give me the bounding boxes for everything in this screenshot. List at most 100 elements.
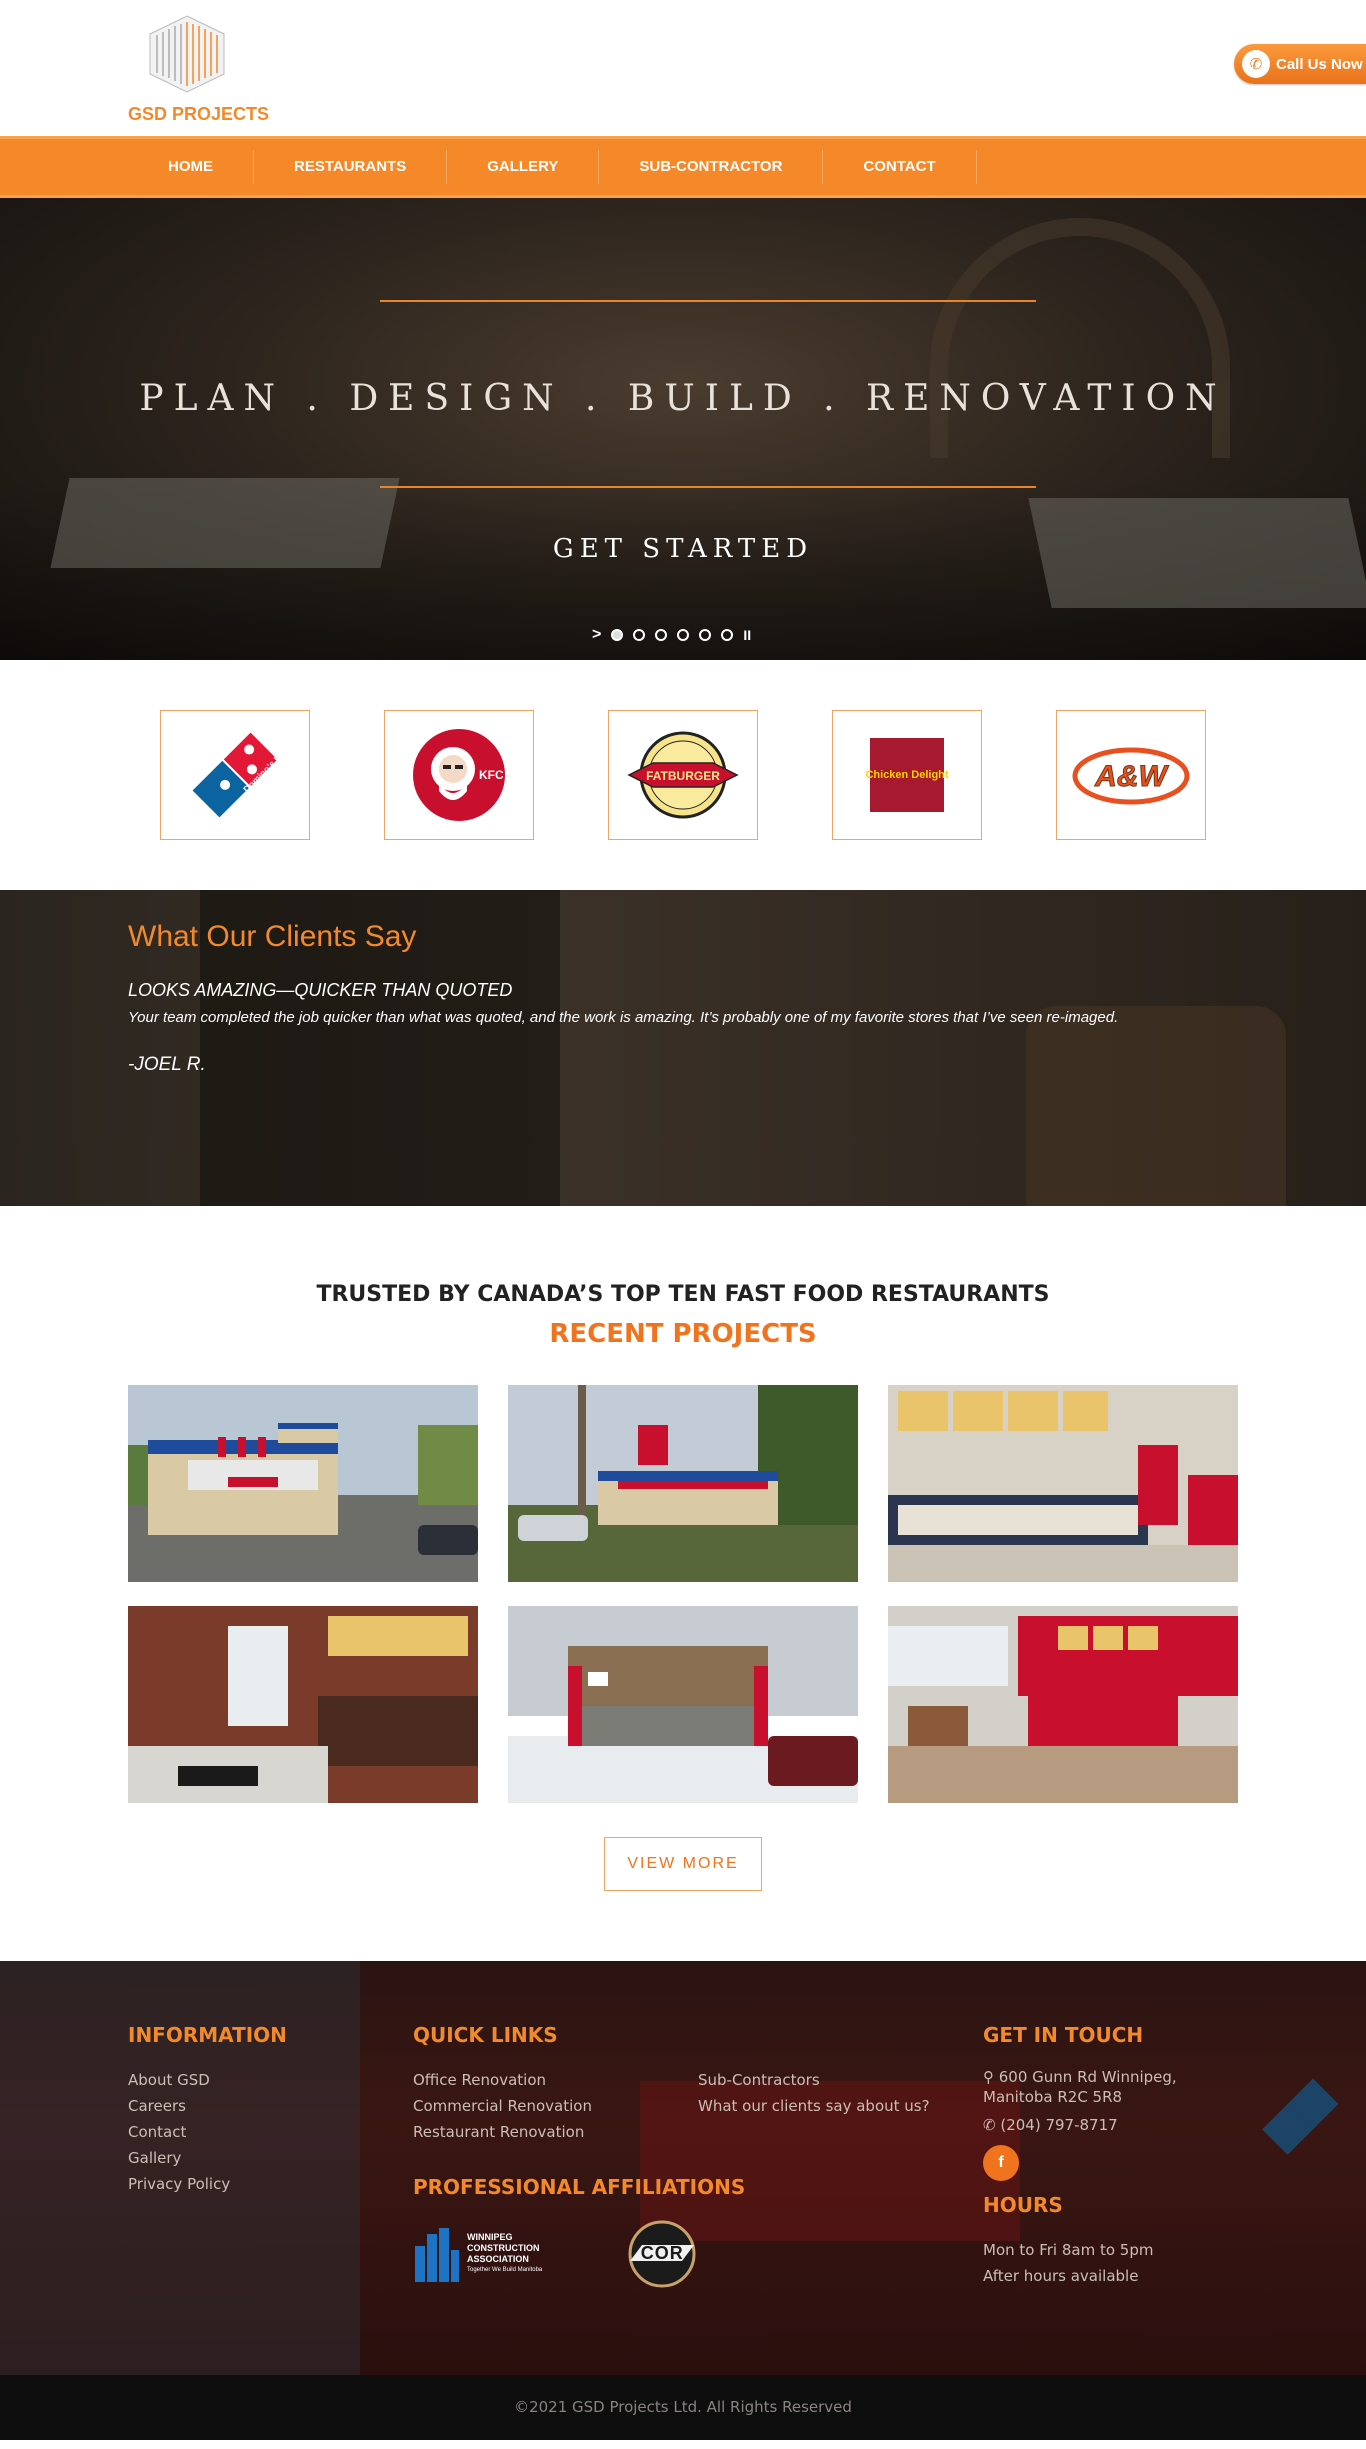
phone-icon: ✆ bbox=[1242, 50, 1270, 78]
footer-hours-line-2: After hours available bbox=[983, 2267, 1139, 2285]
client-logo-kfc[interactable]: KFC bbox=[384, 710, 534, 840]
footer-hours-heading: HOURS bbox=[983, 2193, 1063, 2217]
fatburger-logo-icon: FATBURGER bbox=[627, 731, 739, 819]
footer-link-restaurant-renovation[interactable]: Restaurant Renovation bbox=[413, 2119, 698, 2145]
testimonial-author: -JOEL R. bbox=[128, 1054, 206, 1075]
main-navigation: HOME RESTAURANTS GALLERY SUB-CONTRACTOR … bbox=[0, 136, 1366, 198]
footer-link-contact[interactable]: Contact bbox=[128, 2119, 287, 2145]
projects-title: RECENT PROJECTS bbox=[549, 1319, 817, 1349]
footer-hours-line-1: Mon to Fri 8am to 5pm bbox=[983, 2241, 1154, 2259]
projects-tagline: TRUSTED BY CANADA’S TOP TEN FAST FOOD RE… bbox=[316, 1282, 1050, 1307]
project-photo-interior-drive-thru[interactable] bbox=[128, 1606, 478, 1803]
dominos-watermark-icon bbox=[1262, 2078, 1339, 2155]
cor-logo[interactable]: COR bbox=[612, 2219, 712, 2289]
hero-background-arch bbox=[930, 218, 1230, 458]
project-image bbox=[128, 1606, 478, 1803]
project-image bbox=[128, 1385, 478, 1582]
wca-tagline: Together We Build Manitoba bbox=[467, 2267, 543, 2273]
project-image bbox=[508, 1385, 858, 1582]
nav-item-sub-contractor[interactable]: SUB-CONTRACTOR bbox=[599, 150, 824, 184]
footer-link-gallery[interactable]: Gallery bbox=[128, 2145, 287, 2171]
footer-phone[interactable]: ✆ (204) 797-8717 bbox=[983, 2115, 1243, 2135]
hero-divider-bottom bbox=[380, 486, 1036, 488]
chicken-delight-logo-icon: Chicken Delight bbox=[865, 738, 949, 812]
footer-link-client-reviews[interactable]: What our clients say about us? bbox=[698, 2093, 930, 2119]
wca-line-2: CONSTRUCTION bbox=[467, 2243, 540, 2253]
slider-dot[interactable] bbox=[611, 629, 624, 641]
project-photo-kfc-counter[interactable] bbox=[888, 1385, 1238, 1582]
view-more-button[interactable]: VIEW MORE bbox=[604, 1837, 762, 1891]
kfc-logo-icon: KFC bbox=[413, 729, 505, 821]
facebook-icon[interactable]: f bbox=[983, 2145, 1019, 2181]
project-image bbox=[888, 1385, 1238, 1582]
footer-contact-heading: GET IN TOUCH bbox=[983, 2023, 1144, 2047]
site-footer: INFORMATION About GSD Careers Contact Ga… bbox=[0, 1961, 1366, 2375]
call-us-now-label: Call Us Now bbox=[1276, 55, 1363, 73]
nav-item-home[interactable]: HOME bbox=[128, 150, 254, 184]
footer-quick-links: QUICK LINKS Office Renovation Commercial… bbox=[413, 2023, 973, 2289]
footer-get-in-touch: GET IN TOUCH ⚲ 600 Gunn Rd Winnipeg, Man… bbox=[983, 2023, 1243, 2289]
wca-line-3: ASSOCIATION bbox=[467, 2254, 529, 2264]
footer-information-heading: INFORMATION bbox=[128, 2023, 287, 2047]
slider-next-icon[interactable]: > bbox=[592, 626, 601, 644]
client-logo-fatburger[interactable]: FATBURGER bbox=[608, 710, 758, 840]
get-started-button[interactable]: GET STARTED bbox=[0, 534, 1366, 564]
footer-quick-links-heading: QUICK LINKS bbox=[413, 2023, 558, 2047]
footer-affiliations-heading: PROFESSIONAL AFFILIATIONS bbox=[413, 2175, 746, 2199]
footer-link-commercial-renovation[interactable]: Commercial Renovation bbox=[413, 2093, 698, 2119]
footer-link-office-renovation[interactable]: Office Renovation bbox=[413, 2067, 698, 2093]
svg-text:KFC: KFC bbox=[479, 768, 504, 782]
svg-text:A&W: A&W bbox=[1094, 760, 1169, 793]
testimonial-title: LOOKS AMAZING—QUICKER THAN QUOTED bbox=[128, 980, 513, 1000]
slider-pagination: > II bbox=[592, 626, 751, 644]
winnipeg-construction-association-logo[interactable]: WINNIPEG CONSTRUCTION ASSOCIATION Togeth… bbox=[413, 2226, 542, 2282]
slider-dot[interactable] bbox=[655, 629, 668, 641]
cube-logo-icon bbox=[149, 15, 225, 93]
slider-dot[interactable] bbox=[721, 629, 734, 641]
footer-link-sub-contractors[interactable]: Sub-Contractors bbox=[698, 2067, 930, 2093]
footer-address: ⚲ 600 Gunn Rd Winnipeg, Manitoba R2C 5R8 bbox=[983, 2068, 1177, 2106]
project-photo-kfc-winter[interactable] bbox=[508, 1606, 858, 1803]
footer-information: INFORMATION About GSD Careers Contact Ga… bbox=[128, 2023, 287, 2197]
testimonial-section: What Our Clients Say LOOKS AMAZING—QUICK… bbox=[0, 890, 1366, 1206]
client-logo-aw[interactable]: A&W bbox=[1056, 710, 1206, 840]
slider-pause-icon[interactable]: II bbox=[743, 627, 751, 643]
client-logo-chicken-delight[interactable]: Chicken Delight bbox=[832, 710, 982, 840]
wca-building-icon bbox=[415, 2228, 459, 2282]
project-image bbox=[508, 1606, 858, 1803]
dominos-logo-icon: Domino's Pizza bbox=[189, 729, 285, 821]
aw-logo-icon: A&W bbox=[1072, 747, 1190, 805]
slider-dot[interactable] bbox=[699, 629, 712, 641]
nav-item-gallery[interactable]: GALLERY bbox=[447, 150, 600, 184]
project-photo-kfc-exterior-2[interactable] bbox=[508, 1385, 858, 1582]
hero-slider: PLAN . DESIGN . BUILD . RENOVATION GET S… bbox=[0, 198, 1366, 660]
phone-icon: ✆ bbox=[983, 2116, 1001, 2134]
slider-dot[interactable] bbox=[677, 629, 690, 641]
client-logo-dominos[interactable]: Domino's Pizza bbox=[160, 710, 310, 840]
call-us-now-button[interactable]: ✆ Call Us Now bbox=[1234, 44, 1366, 84]
svg-text:Chicken Delight: Chicken Delight bbox=[865, 769, 948, 781]
copyright-bar: ©2021 GSD Projects Ltd. All Rights Reser… bbox=[0, 2375, 1366, 2440]
footer-link-about[interactable]: About GSD bbox=[128, 2067, 287, 2093]
testimonial-body: Your team completed the job quicker than… bbox=[128, 1009, 1119, 1026]
testimonial-heading: What Our Clients Say bbox=[128, 920, 417, 953]
footer-link-careers[interactable]: Careers bbox=[128, 2093, 287, 2119]
site-logo[interactable]: GSD PROJECTS bbox=[128, 14, 269, 124]
projects-grid bbox=[128, 1385, 1238, 1803]
cor-text: COR bbox=[640, 2243, 684, 2263]
project-image bbox=[888, 1606, 1238, 1803]
site-header: GSD PROJECTS ✆ Call Us Now bbox=[0, 0, 1366, 136]
nav-item-restaurants[interactable]: RESTAURANTS bbox=[254, 150, 448, 184]
map-marker-icon: ⚲ bbox=[983, 2068, 999, 2086]
hero-divider-top bbox=[380, 300, 1036, 302]
wca-line-1: WINNIPEG bbox=[467, 2232, 513, 2242]
client-logos: Domino's Pizza KFC FATBURGER Chicken Del… bbox=[0, 660, 1366, 890]
logo-wordmark: GSD PROJECTS bbox=[128, 104, 270, 124]
nav-item-contact[interactable]: CONTACT bbox=[823, 150, 977, 184]
footer-link-privacy[interactable]: Privacy Policy bbox=[128, 2171, 287, 2197]
svg-text:FATBURGER: FATBURGER bbox=[646, 769, 720, 783]
slider-dot[interactable] bbox=[633, 629, 646, 641]
hero-title: PLAN . DESIGN . BUILD . RENOVATION bbox=[139, 378, 1227, 419]
project-photo-kfc-dining[interactable] bbox=[888, 1606, 1238, 1803]
project-photo-kfc-exterior-1[interactable] bbox=[128, 1385, 478, 1582]
